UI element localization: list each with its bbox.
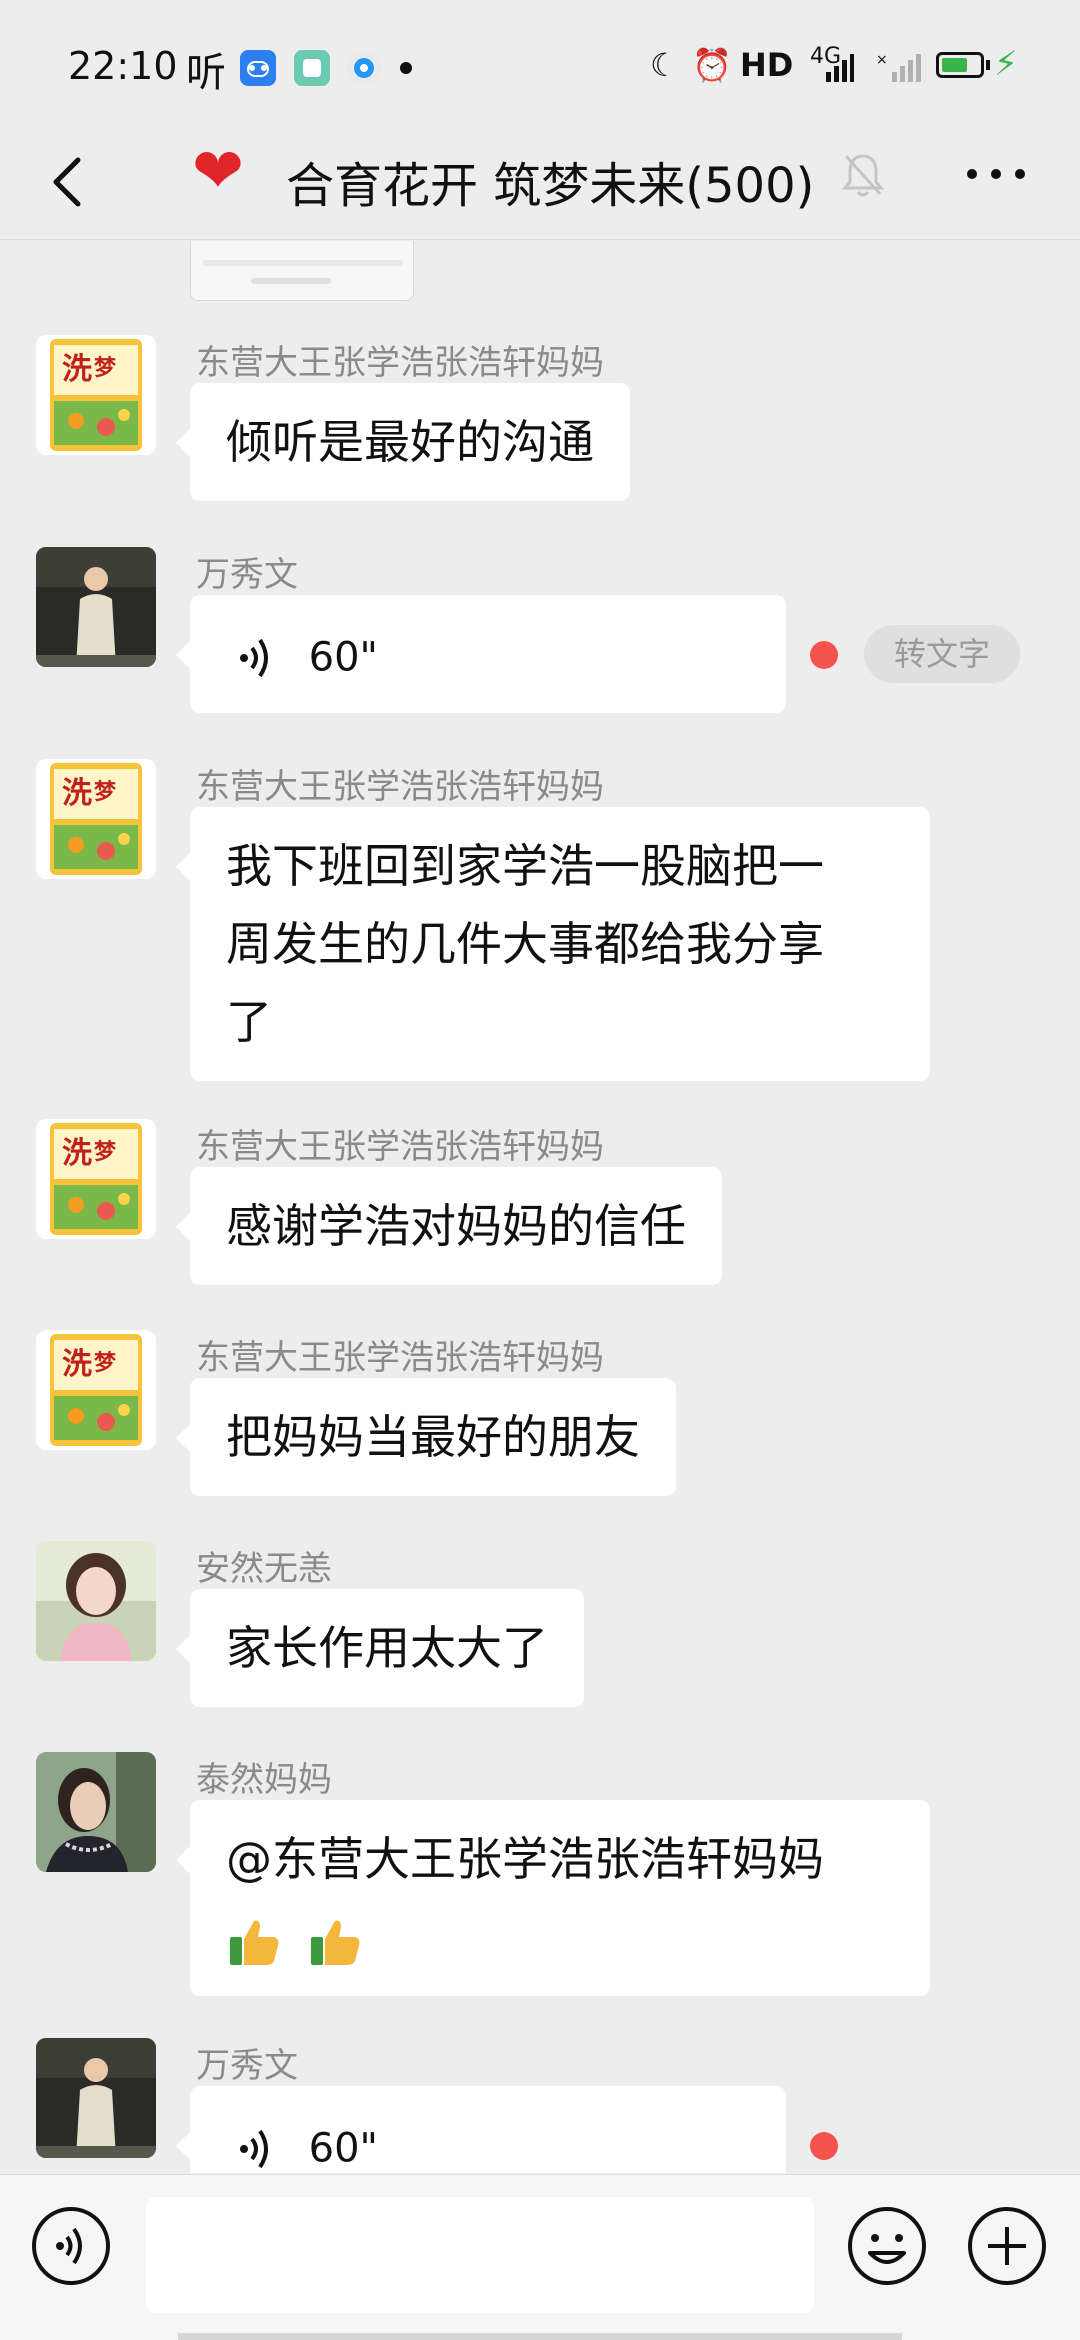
message-text-line: 周发生的几件大事都给我分享 <box>226 917 824 971</box>
message-bubble[interactable]: 感谢学浩对妈妈的信任 <box>176 1167 722 1285</box>
person-coat-avatar-icon <box>36 547 156 667</box>
message-text: 把妈妈当最好的朋友 <box>226 1410 640 1464</box>
chat-header: ❤ 合育花开 筑梦未来(500) <box>0 130 1080 240</box>
message-bubble[interactable]: @东营大王张学浩张浩轩妈妈 <box>176 1800 930 1996</box>
sender-name: 万秀文 <box>196 555 298 595</box>
hd-label: HD <box>740 46 794 84</box>
svg-text:×: × <box>876 52 888 68</box>
voice-wave-icon <box>240 638 268 677</box>
sender-name: 万秀文 <box>196 2046 298 2086</box>
avatar[interactable]: 洗 梦 <box>36 759 156 879</box>
image-message-thumbnail[interactable] <box>190 241 414 301</box>
bell-off-icon <box>841 154 885 197</box>
svg-text:梦: 梦 <box>94 355 117 381</box>
flour-bag-avatar-icon: 洗 梦 <box>36 759 156 879</box>
unread-dot <box>810 641 838 669</box>
app-notification-icon <box>294 50 330 86</box>
message-bubble[interactable]: 我下班回到家学浩一股脑把一 周发生的几件大事都给我分享 了 <box>176 807 930 1081</box>
svg-text:梦: 梦 <box>94 1350 117 1376</box>
message-input[interactable] <box>146 2197 814 2313</box>
emoji-icon[interactable] <box>846 2205 928 2287</box>
app-notification-icon <box>240 50 276 86</box>
chat-messages[interactable]: 洗 梦 东营大王张学浩张浩轩妈妈 倾听是最好的沟通 万秀文 60" 转文字 洗 … <box>0 241 1080 2173</box>
alarm-icon: ⏰ <box>692 46 732 84</box>
chevron-left-icon[interactable] <box>40 152 100 212</box>
thumbs-up-icon <box>310 1920 360 1965</box>
message-text: 感谢学浩对妈妈的信任 <box>226 1199 686 1253</box>
avatar[interactable] <box>36 547 156 667</box>
sender-name: 安然无恙 <box>196 1549 332 1589</box>
page-title[interactable]: 合育花开 筑梦未来(500) <box>286 146 814 216</box>
svg-text:洗: 洗 <box>62 1347 92 1382</box>
plus-icon[interactable] <box>966 2205 1048 2287</box>
voice-message-bubble[interactable]: 60" <box>176 595 786 713</box>
message-text-line: 我下班回到家学浩一股脑把一 <box>226 839 824 893</box>
voice-input-icon[interactable] <box>30 2205 112 2287</box>
home-indicator <box>178 2333 902 2340</box>
person-coat-avatar-icon <box>36 2038 156 2158</box>
message-text: 家长作用太大了 <box>226 1621 548 1675</box>
app-notification-icon <box>346 50 382 86</box>
svg-text:洗: 洗 <box>62 776 92 811</box>
message-text-line: 了 <box>226 995 272 1049</box>
avatar[interactable]: 洗 梦 <box>36 335 156 455</box>
svg-text:洗: 洗 <box>62 352 92 387</box>
svg-text:洗: 洗 <box>62 1136 92 1171</box>
unread-dot <box>810 2132 838 2160</box>
battery-icon <box>936 52 984 78</box>
voice-message-bubble[interactable]: 60" <box>176 2086 786 2173</box>
more-notifications-dot <box>400 62 412 74</box>
moon-icon: ☾ <box>650 46 679 84</box>
avatar[interactable] <box>36 1752 156 1872</box>
avatar[interactable] <box>36 1541 156 1661</box>
sender-name: 东营大王张学浩张浩轩妈妈 <box>196 1338 604 1378</box>
svg-text:梦: 梦 <box>94 1139 117 1165</box>
sender-name: 泰然妈妈 <box>196 1760 332 1800</box>
charging-icon: ⚡ <box>994 44 1018 84</box>
signal-icon <box>826 54 854 82</box>
voice-duration: 60" <box>308 2125 378 2172</box>
signal-2-icon: × <box>876 52 921 82</box>
status-time: 22:10 <box>68 44 178 88</box>
emoji-row <box>226 1898 894 1976</box>
avatar[interactable]: 洗 梦 <box>36 1119 156 1239</box>
thumbs-up-icon <box>230 1920 279 1965</box>
message-bubble[interactable]: 倾听是最好的沟通 <box>176 383 630 501</box>
sender-name: 东营大王张学浩张浩轩妈妈 <box>196 1127 604 1167</box>
mention-text: @东营大王张学浩张浩轩妈妈 <box>226 1832 824 1886</box>
girl-avatar-icon <box>36 1541 156 1661</box>
svg-text:梦: 梦 <box>94 779 117 805</box>
battery-level <box>942 58 967 72</box>
woman-profile-avatar-icon <box>36 1752 156 1872</box>
voice-wave-icon <box>240 2129 268 2168</box>
message-text: 倾听是最好的沟通 <box>226 415 594 469</box>
ting-app-icon: 听 <box>186 50 226 96</box>
heart-icon: ❤ <box>192 134 244 207</box>
input-bar <box>0 2174 1080 2340</box>
status-bar: 22:10 听 ☾ ⏰ HD 4G × ⚡ <box>0 0 1080 130</box>
transcribe-button[interactable]: 转文字 <box>864 625 1020 683</box>
sender-name: 东营大王张学浩张浩轩妈妈 <box>196 343 604 383</box>
ellipsis-icon[interactable] <box>964 164 1028 184</box>
avatar[interactable] <box>36 2038 156 2158</box>
battery-cap <box>986 60 990 70</box>
flour-bag-avatar-icon: 洗 梦 <box>36 1119 156 1239</box>
avatar[interactable]: 洗 梦 <box>36 1330 156 1450</box>
flour-bag-avatar-icon: 洗 梦 <box>36 335 156 455</box>
voice-duration: 60" <box>308 634 378 681</box>
message-bubble[interactable]: 家长作用太大了 <box>176 1589 584 1707</box>
message-bubble[interactable]: 把妈妈当最好的朋友 <box>176 1378 676 1496</box>
flour-bag-avatar-icon: 洗 梦 <box>36 1330 156 1450</box>
sender-name: 东营大王张学浩张浩轩妈妈 <box>196 767 604 807</box>
